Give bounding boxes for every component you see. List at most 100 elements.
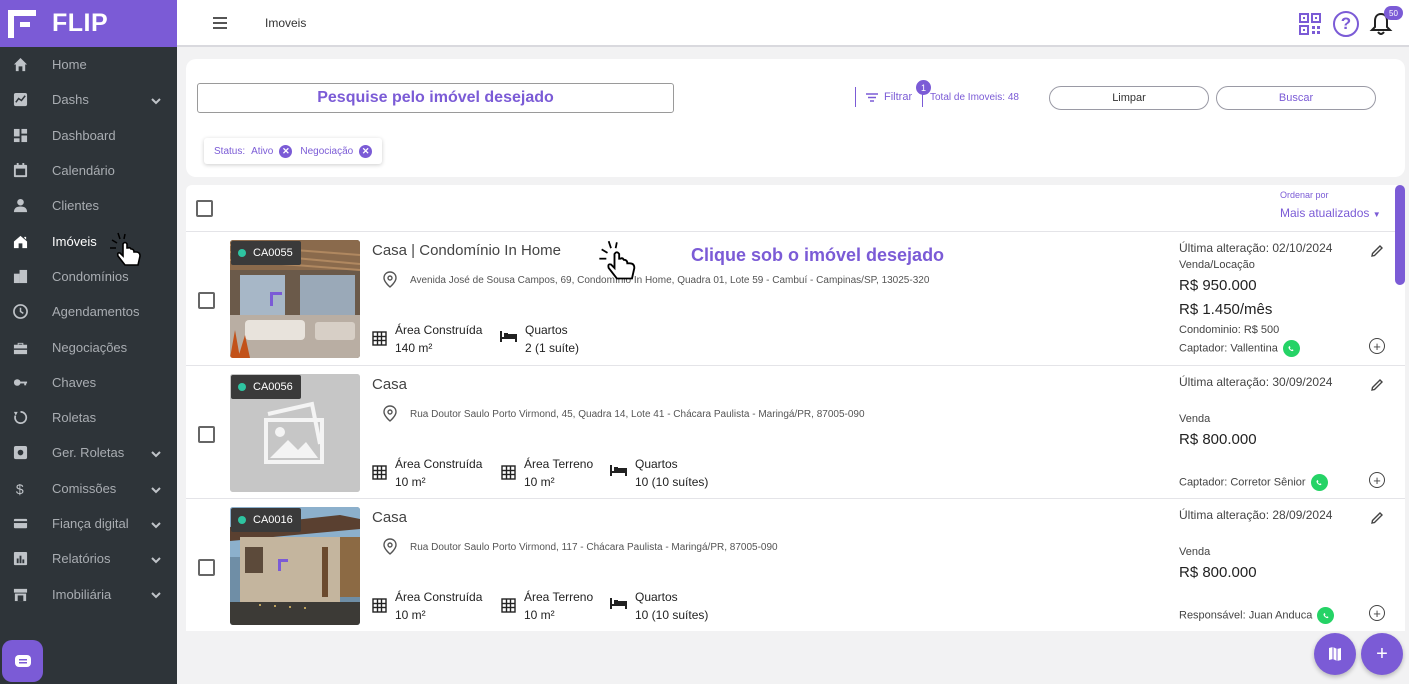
qr-code-icon[interactable] bbox=[1298, 12, 1322, 36]
area-grid-icon bbox=[372, 465, 387, 480]
sidebar-item-label: Imobiliária bbox=[52, 586, 112, 602]
property-title[interactable]: Casa bbox=[372, 509, 407, 526]
bed-icon bbox=[500, 331, 517, 342]
last-updated: Última alteração: 02/10/2024 bbox=[1179, 241, 1333, 255]
agent-info: Captador: Vallentina bbox=[1179, 340, 1300, 357]
add-icon[interactable]: + bbox=[1369, 472, 1385, 488]
help-icon[interactable]: ? bbox=[1333, 11, 1359, 37]
sidebar-item-relatórios[interactable]: Relatórios bbox=[0, 541, 177, 576]
add-property-button[interactable]: + bbox=[1361, 633, 1403, 675]
edit-pencil-icon[interactable] bbox=[1370, 244, 1384, 258]
property-title[interactable]: Casa bbox=[372, 376, 407, 393]
building-icon bbox=[12, 268, 28, 284]
add-icon[interactable]: + bbox=[1369, 605, 1385, 621]
sidebar-item-label: Comissões bbox=[52, 480, 117, 496]
whatsapp-icon[interactable] bbox=[1310, 474, 1328, 491]
search-input[interactable]: Pesquise pelo imóvel desejado bbox=[197, 83, 674, 113]
select-all-checkbox[interactable] bbox=[196, 200, 213, 217]
pointer-hand-icon bbox=[110, 232, 141, 266]
menu-icon[interactable] bbox=[213, 17, 227, 29]
chat-button[interactable] bbox=[2, 640, 43, 682]
search-button[interactable]: Buscar bbox=[1216, 86, 1376, 110]
list-scrollbar[interactable] bbox=[1395, 185, 1405, 285]
property-photo[interactable]: CA0016 bbox=[230, 507, 360, 625]
sidebar-item-dashs[interactable]: Dashs bbox=[0, 82, 177, 117]
sidebar-item-label: Imóveis bbox=[52, 233, 97, 249]
row-checkbox[interactable] bbox=[198, 292, 215, 309]
chart-icon bbox=[12, 92, 28, 108]
plus-icon: + bbox=[1376, 642, 1388, 665]
feature-rooms: Quartos 2 (1 suíte) bbox=[500, 323, 579, 355]
sidebar-item-agendamentos[interactable]: Agendamentos bbox=[0, 294, 177, 329]
sidebar-item-label: Fiança digital bbox=[52, 516, 129, 531]
svg-text:$: $ bbox=[15, 481, 23, 496]
house-icon bbox=[12, 233, 28, 249]
feature-label: Área Construída bbox=[395, 323, 483, 337]
property-photo[interactable]: CA0055 bbox=[230, 240, 360, 358]
sidebar-item-negociações[interactable]: Negociações bbox=[0, 329, 177, 364]
sidebar-item-label: Negociações bbox=[52, 339, 128, 355]
feature-label: Área Construída bbox=[395, 457, 483, 471]
brand-header[interactable]: FLIP bbox=[0, 0, 177, 47]
row-checkbox[interactable] bbox=[198, 426, 215, 443]
feature-value: 10 m² bbox=[395, 608, 426, 622]
sidebar-item-dashboard[interactable]: Dashboard bbox=[0, 118, 177, 153]
feature-value: 140 m² bbox=[395, 341, 433, 355]
transaction-type: Venda bbox=[1179, 413, 1211, 425]
remove-chip-icon[interactable]: ✕ bbox=[279, 144, 293, 158]
clock-icon bbox=[12, 304, 28, 320]
sidebar-item-clientes[interactable]: Clientes bbox=[0, 188, 177, 223]
feature-value: 10 (10 suítes) bbox=[635, 475, 709, 489]
last-updated: Última alteração: 30/09/2024 bbox=[1179, 375, 1333, 389]
property-address: Rua Doutor Saulo Porto Virmond, 45, Quad… bbox=[410, 409, 865, 420]
sidebar-item-imóveis[interactable]: Imóveis bbox=[0, 223, 177, 258]
feature-label: Quartos bbox=[635, 457, 678, 471]
whatsapp-icon[interactable] bbox=[1282, 340, 1300, 357]
chevron-down-icon bbox=[151, 553, 161, 564]
sidebar-item-label: Relatórios bbox=[52, 551, 111, 567]
add-icon[interactable]: + bbox=[1369, 338, 1385, 354]
feature-value: 10 (10 suítes) bbox=[635, 608, 709, 622]
sidebar-item-chaves[interactable]: Chaves bbox=[0, 365, 177, 400]
sidebar-item-home[interactable]: Home bbox=[0, 47, 177, 82]
feature-value: 10 m² bbox=[524, 475, 555, 489]
bed-icon bbox=[610, 465, 627, 476]
area-grid-icon bbox=[372, 598, 387, 613]
remove-chip-icon[interactable]: ✕ bbox=[359, 144, 373, 158]
filter-chip-ativo: Ativo bbox=[251, 145, 274, 157]
sidebar-item-roletas[interactable]: Roletas bbox=[0, 400, 177, 435]
location-pin-icon bbox=[383, 538, 397, 555]
top-bar: Imoveis ? 50 bbox=[177, 0, 1409, 47]
sidebar-item-condomínios[interactable]: Condomínios bbox=[0, 259, 177, 294]
feature-label: Quartos bbox=[635, 590, 678, 604]
feature-land: Área Terreno 10 m² bbox=[501, 457, 593, 489]
rent-price: R$ 1.450/mês bbox=[1179, 301, 1273, 318]
property-photo-placeholder[interactable]: CA0056 bbox=[230, 374, 360, 492]
rotate-icon bbox=[12, 410, 28, 426]
sidebar-item-comissões[interactable]: $ Comissões bbox=[0, 471, 177, 506]
agent-name: Captador: Corretor Sênior bbox=[1179, 476, 1306, 489]
edit-pencil-icon[interactable] bbox=[1370, 378, 1384, 392]
chat-icon bbox=[14, 655, 31, 667]
property-title[interactable]: Casa | Condomínio In Home bbox=[372, 242, 561, 259]
feature-area: Área Construída 140 m² bbox=[372, 323, 482, 355]
caret-down-icon: ▼ bbox=[1372, 210, 1381, 219]
sale-price: R$ 800.000 bbox=[1179, 564, 1257, 581]
sidebar-item-fiança-digital[interactable]: Fiança digital bbox=[0, 506, 177, 541]
property-row[interactable]: CA0016 Casa Rua Doutor Saulo Porto Virmo… bbox=[186, 498, 1405, 631]
whatsapp-icon[interactable] bbox=[1317, 607, 1335, 624]
edit-pencil-icon[interactable] bbox=[1370, 511, 1384, 525]
sidebar-item-calendário[interactable]: Calendário bbox=[0, 153, 177, 188]
sidebar-item-ger-roletas[interactable]: Ger. Roletas bbox=[0, 435, 177, 470]
sidebar-item-imobiliária[interactable]: Imobiliária bbox=[0, 576, 177, 611]
property-row[interactable]: CA0056 Casa Rua Doutor Saulo Porto Virmo… bbox=[186, 365, 1405, 498]
property-address: Rua Doutor Saulo Porto Virmond, 117 - Ch… bbox=[410, 542, 778, 553]
map-view-button[interactable] bbox=[1314, 633, 1356, 675]
feature-label: Área Terreno bbox=[524, 590, 594, 604]
sort-select[interactable]: Mais atualizados ▼ bbox=[1280, 206, 1381, 220]
clear-button[interactable]: Limpar bbox=[1049, 86, 1209, 110]
filter-button[interactable]: Filtrar bbox=[855, 87, 924, 107]
dashboard-icon bbox=[12, 127, 28, 143]
chevron-down-icon bbox=[151, 447, 161, 458]
row-checkbox[interactable] bbox=[198, 559, 215, 576]
